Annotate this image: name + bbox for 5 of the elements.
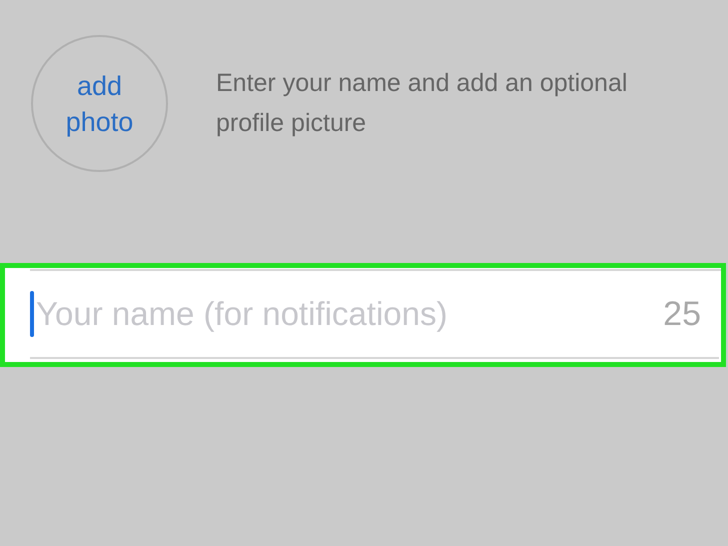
character-counter: 25 bbox=[663, 294, 701, 334]
name-field[interactable]: Your name (for notifications) 25 bbox=[5, 268, 721, 362]
add-photo-button[interactable]: add photo bbox=[31, 35, 168, 172]
name-placeholder: Your name (for notifications) bbox=[36, 294, 448, 334]
instructions-text: Enter your name and add an optional profile picture bbox=[216, 68, 628, 138]
